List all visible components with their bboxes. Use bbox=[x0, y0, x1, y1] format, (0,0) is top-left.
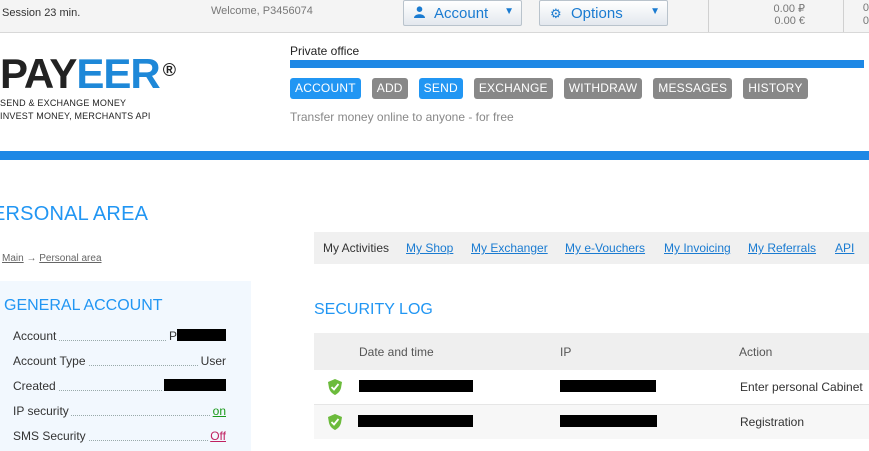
created-value bbox=[162, 379, 226, 393]
redacted-block bbox=[358, 415, 473, 427]
redacted-block bbox=[164, 379, 226, 391]
table-row: Enter personal Cabinet bbox=[314, 370, 869, 405]
shield-check-icon bbox=[328, 414, 342, 430]
main-nav: ACCOUNT ADD SEND EXCHANGE WITHDRAW MESSA… bbox=[290, 78, 819, 99]
account-row: Account P bbox=[13, 329, 226, 343]
created-row: Created bbox=[13, 379, 226, 393]
payeer-logo[interactable]: PAYEER ® bbox=[0, 50, 176, 97]
breadcrumb-current[interactable]: Personal area bbox=[39, 253, 101, 264]
ip-security-toggle[interactable]: on bbox=[210, 404, 226, 418]
tab-my-invoicing[interactable]: My Invoicing bbox=[664, 241, 731, 255]
general-account-title: GENERAL ACCOUNT bbox=[4, 297, 163, 314]
nav-withdraw[interactable]: WITHDRAW bbox=[563, 78, 643, 99]
account-label: Account bbox=[13, 329, 59, 343]
breadcrumb-arrow: → bbox=[26, 253, 37, 264]
balance-extra: 0 bbox=[862, 15, 869, 27]
shield-check-icon bbox=[328, 379, 342, 395]
nav-send[interactable]: SEND bbox=[418, 78, 463, 99]
accent-bar bbox=[290, 60, 864, 68]
account-type-value: User bbox=[198, 354, 226, 368]
nav-account[interactable]: ACCOUNT bbox=[290, 78, 361, 99]
account-dropdown-label: Account bbox=[434, 5, 489, 22]
divider bbox=[843, 0, 844, 32]
table-row: Registration bbox=[314, 405, 869, 439]
caret-down-icon: ▼ bbox=[504, 6, 514, 17]
tab-api[interactable]: API bbox=[835, 241, 854, 255]
created-label: Created bbox=[13, 379, 58, 393]
sms-security-toggle[interactable]: Off bbox=[208, 429, 226, 443]
tab-my-shop[interactable]: My Shop bbox=[406, 241, 453, 255]
redacted-block bbox=[560, 415, 657, 427]
balance-eur: 0.00 € bbox=[774, 15, 805, 27]
balance-extra: 0 bbox=[862, 2, 869, 14]
ip-cell bbox=[560, 415, 657, 429]
tagline: INVEST MONEY, MERCHANTS API bbox=[0, 111, 151, 121]
ip-cell bbox=[560, 380, 656, 394]
action-cell: Enter personal Cabinet bbox=[740, 380, 863, 394]
logo-text-pay: PAY bbox=[0, 50, 77, 97]
accent-bar bbox=[0, 151, 869, 160]
redacted-block bbox=[359, 380, 473, 392]
options-dropdown-label: Options bbox=[571, 5, 623, 22]
nav-history[interactable]: HISTORY bbox=[743, 78, 808, 99]
column-header-date: Date and time bbox=[359, 345, 434, 359]
date-cell bbox=[359, 380, 473, 394]
transfer-subtitle: Transfer money online to anyone - for fr… bbox=[290, 110, 514, 124]
account-dropdown[interactable]: Account ▼ bbox=[403, 0, 522, 26]
account-type-label: Account Type bbox=[13, 354, 88, 368]
session-timer: Session 23 min. bbox=[2, 7, 81, 19]
divider bbox=[708, 0, 709, 32]
column-header-ip: IP bbox=[560, 345, 572, 359]
tab-my-referrals[interactable]: My Referrals bbox=[748, 241, 816, 255]
gear-icon: ⚙ bbox=[550, 6, 562, 21]
nav-add[interactable]: ADD bbox=[371, 78, 408, 99]
column-header-action: Action bbox=[739, 345, 773, 359]
date-cell bbox=[358, 415, 473, 429]
tab-my-activities[interactable]: My Activities bbox=[323, 241, 389, 255]
private-office-title: Private office bbox=[290, 44, 360, 58]
security-log-title: SECURITY LOG bbox=[314, 301, 433, 318]
redacted-block bbox=[177, 329, 226, 341]
logo-text-eer: EER bbox=[76, 50, 160, 97]
nav-messages[interactable]: MESSAGES bbox=[653, 78, 733, 99]
account-type-row: Account Type User bbox=[13, 354, 226, 368]
sms-security-row: SMS Security Off bbox=[13, 429, 226, 443]
user-icon bbox=[414, 6, 425, 21]
balance-rub: 0.00 ₽ bbox=[773, 3, 805, 15]
ip-security-row: IP security on bbox=[13, 404, 226, 418]
welcome-text: Welcome, P3456074 bbox=[211, 5, 313, 17]
tab-my-exchanger[interactable]: My Exchanger bbox=[471, 241, 548, 255]
ip-security-label: IP security bbox=[13, 404, 71, 418]
redacted-block bbox=[560, 380, 656, 392]
tab-my-evouchers[interactable]: My e-Vouchers bbox=[565, 241, 645, 255]
options-dropdown[interactable]: ⚙ Options ▼ bbox=[539, 0, 668, 26]
account-value: P bbox=[166, 329, 226, 343]
sms-security-label: SMS Security bbox=[13, 429, 88, 443]
tagline: SEND & EXCHANGE MONEY bbox=[0, 98, 127, 108]
caret-down-icon: ▼ bbox=[650, 6, 660, 17]
registered-mark: ® bbox=[162, 60, 176, 80]
action-cell: Registration bbox=[740, 415, 805, 429]
page-title: ERSONAL AREA bbox=[0, 203, 149, 225]
breadcrumb-main[interactable]: Main bbox=[2, 253, 24, 264]
breadcrumb: Main → Personal area bbox=[2, 253, 102, 264]
nav-exchange[interactable]: EXCHANGE bbox=[473, 78, 553, 99]
